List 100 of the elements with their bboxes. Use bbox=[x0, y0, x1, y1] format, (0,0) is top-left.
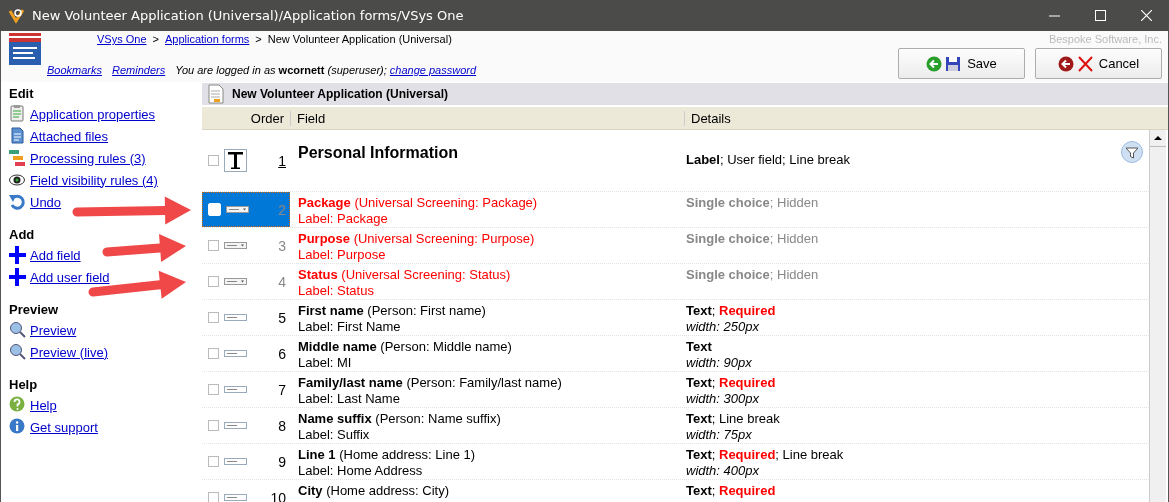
order-number: 9 bbox=[277, 453, 287, 470]
field-name: Middle name (Person: Middle name) bbox=[298, 339, 512, 354]
sidebar-link[interactable]: Preview bbox=[30, 322, 77, 338]
maximize-icon[interactable] bbox=[1094, 10, 1106, 21]
field-name: Status (Universal Screening: Status) bbox=[298, 267, 511, 282]
sidebar-link[interactable]: Field visibility rules (4) bbox=[30, 172, 158, 188]
field-label: Label: Home Address bbox=[298, 463, 423, 478]
row-handle[interactable]: 1 bbox=[202, 130, 290, 191]
field-name: Purpose (Universal Screening: Purpose) bbox=[298, 231, 535, 246]
plus-icon bbox=[9, 246, 27, 264]
breadcrumb-link[interactable]: VSys One bbox=[97, 33, 147, 45]
checkbox[interactable] bbox=[208, 240, 219, 251]
sidebar-link[interactable]: Add field bbox=[30, 247, 81, 263]
field-width: width: 300px bbox=[686, 391, 759, 406]
company-name: Bespoke Software, Inc. bbox=[1048, 33, 1162, 45]
order-number: 6 bbox=[277, 345, 287, 362]
field-name: Family/last name (Person: Family/last name) bbox=[298, 375, 562, 390]
sidebar-link[interactable]: Preview (live) bbox=[30, 344, 108, 360]
sidebar-link[interactable]: Help bbox=[30, 397, 57, 413]
text-box-icon bbox=[224, 458, 247, 465]
change-password-link[interactable]: change password bbox=[389, 64, 477, 76]
magnifier-icon bbox=[9, 321, 27, 339]
checkbox[interactable] bbox=[208, 348, 219, 359]
text-box-icon bbox=[224, 350, 247, 357]
order-number: 10 bbox=[269, 489, 287, 502]
row-handle[interactable]: 9 bbox=[202, 444, 290, 479]
filter-icon[interactable] bbox=[1121, 141, 1143, 163]
cancel-button[interactable]: Cancel bbox=[1035, 48, 1162, 79]
field-details: Text; Required bbox=[686, 375, 776, 390]
row-handle[interactable]: 6 bbox=[202, 336, 290, 371]
login-text: You are logged in as wcornett (superuser); change password bbox=[175, 64, 477, 76]
save-button[interactable]: Save bbox=[898, 48, 1025, 79]
row-handle[interactable]: 8 bbox=[202, 408, 290, 443]
field-width: width: 90px bbox=[686, 355, 752, 370]
checkbox[interactable] bbox=[208, 276, 219, 287]
row-handle[interactable]: 5 bbox=[202, 300, 290, 335]
flowchart-icon bbox=[9, 149, 27, 167]
sidebar-link[interactable]: Application properties bbox=[30, 106, 156, 122]
field-details: Text; Required bbox=[686, 483, 776, 498]
clipboard-icon bbox=[9, 105, 27, 123]
close-icon[interactable] bbox=[1140, 10, 1152, 21]
breadcrumb-text: New Volunteer Application (Universal) bbox=[267, 33, 452, 45]
field-details: Text; Required; Line break bbox=[686, 447, 844, 462]
order-number: 2 bbox=[277, 201, 287, 218]
field-label: Label: Purpose bbox=[298, 247, 386, 262]
column-header[interactable]: Field bbox=[290, 110, 684, 126]
help-icon bbox=[9, 396, 27, 414]
breadcrumb-link[interactable]: Application forms bbox=[164, 33, 250, 45]
field-width: width: 250px bbox=[686, 319, 759, 334]
document-icon bbox=[9, 127, 27, 145]
checkbox[interactable] bbox=[208, 456, 219, 467]
field-details: Single choice; Hidden bbox=[686, 267, 819, 282]
sidebar-link[interactable]: Processing rules (3) bbox=[30, 150, 146, 166]
field-width: width: 75px bbox=[686, 427, 752, 442]
row-handle[interactable]: 4 bbox=[202, 264, 290, 299]
row-handle[interactable]: 10 bbox=[202, 480, 290, 502]
sidebar-link[interactable]: Undo bbox=[30, 194, 62, 210]
order-number: 7 bbox=[277, 381, 287, 398]
app-logo-icon bbox=[8, 7, 24, 24]
order-number: 5 bbox=[277, 309, 287, 326]
checkbox[interactable] bbox=[208, 492, 219, 502]
field-name: Line 1 (Home address: Line 1) bbox=[298, 447, 476, 462]
order-number: 3 bbox=[277, 237, 287, 254]
field-label: Label: First Name bbox=[298, 319, 401, 334]
checkbox[interactable] bbox=[208, 420, 219, 431]
field-details: Text; Required bbox=[686, 303, 776, 318]
document-icon bbox=[208, 84, 224, 104]
field-name: Personal Information bbox=[298, 143, 460, 161]
checkbox[interactable] bbox=[208, 312, 219, 323]
scrollbar[interactable] bbox=[1149, 130, 1166, 502]
sidebar-link[interactable]: Attached files bbox=[30, 128, 109, 144]
field-name: City (Home address: City) bbox=[298, 483, 449, 498]
row-handle[interactable]: 7 bbox=[202, 372, 290, 407]
field-details: Single choice; Hidden bbox=[686, 231, 819, 246]
field-details: Text; Line break bbox=[686, 411, 780, 426]
column-header[interactable]: Details bbox=[684, 110, 1110, 126]
checkbox[interactable] bbox=[208, 155, 219, 166]
sidebar-link[interactable]: Add user field bbox=[30, 269, 110, 285]
text-box-icon bbox=[224, 422, 247, 429]
field-name: Package (Universal Screening: Package) bbox=[298, 195, 538, 210]
field-details: Label; User field; Line break bbox=[686, 152, 851, 167]
text-box-icon bbox=[224, 494, 247, 501]
field-width: width: 400px bbox=[686, 463, 759, 478]
section-heading: Edit bbox=[9, 86, 35, 101]
dropdown-icon bbox=[226, 206, 249, 213]
magnifier-icon bbox=[9, 343, 27, 361]
order-number: 8 bbox=[277, 417, 287, 434]
row-handle[interactable]: 3 bbox=[202, 228, 290, 263]
save-icons bbox=[926, 55, 962, 72]
checkbox[interactable] bbox=[208, 384, 219, 395]
eye-icon bbox=[9, 171, 27, 189]
order-number: 1 bbox=[277, 152, 287, 169]
field-details: Single choice; Hidden bbox=[686, 195, 819, 210]
nav-link[interactable]: Reminders bbox=[112, 64, 166, 76]
section-heading: Help bbox=[9, 377, 39, 392]
column-header[interactable]: Order bbox=[202, 110, 290, 126]
field-label: Label: Package bbox=[298, 211, 388, 226]
panel-title: New Volunteer Application (Universal) bbox=[232, 87, 449, 101]
sidebar-link[interactable]: Get support bbox=[30, 419, 98, 435]
nav-link[interactable]: Bookmarks bbox=[47, 64, 103, 76]
